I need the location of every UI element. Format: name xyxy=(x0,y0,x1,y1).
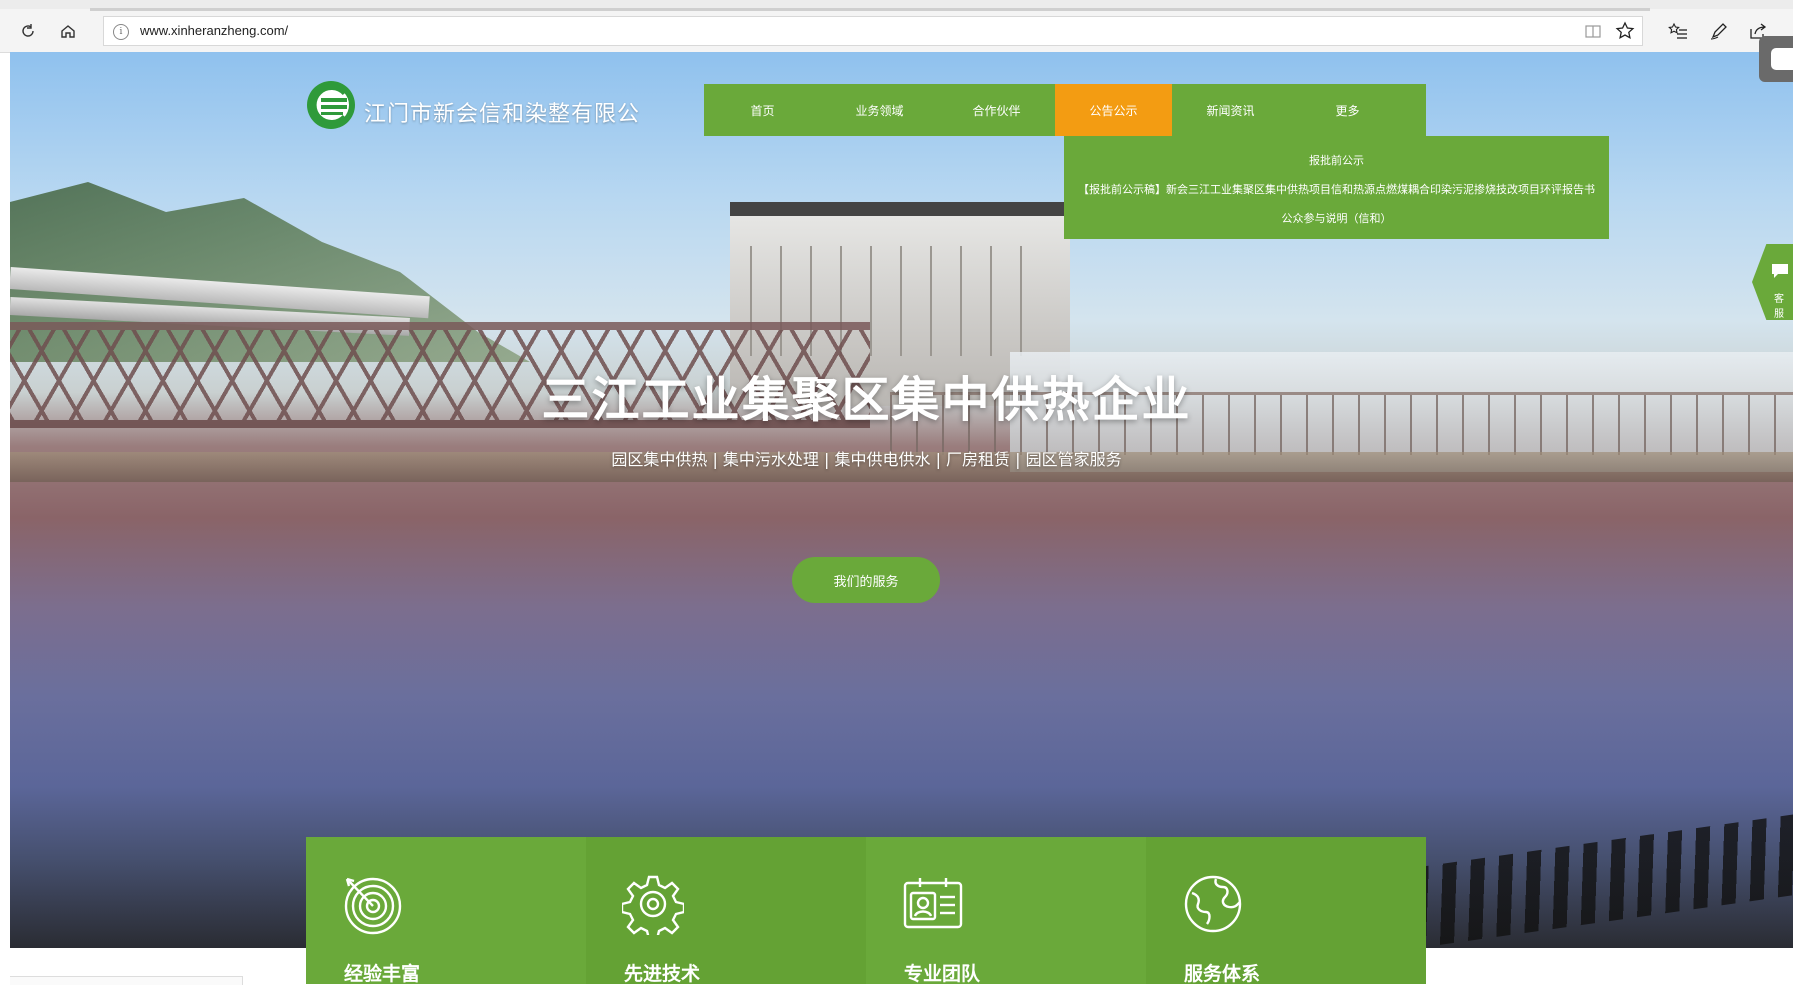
main-nav: 首页 业务领域 合作伙伴 公告公示 新闻资讯 更多 xyxy=(704,84,1426,136)
side-widget-icon xyxy=(1771,48,1793,70)
nav-announcements[interactable]: 公告公示 xyxy=(1055,84,1172,136)
nav-home[interactable]: 首页 xyxy=(704,84,821,136)
nav-more[interactable]: 更多 xyxy=(1289,84,1406,136)
side-widget[interactable] xyxy=(1759,36,1793,82)
home-icon[interactable] xyxy=(55,18,81,44)
nav-news[interactable]: 新闻资讯 xyxy=(1172,84,1289,136)
globe-icon xyxy=(1182,873,1244,935)
nav-business[interactable]: 业务领域 xyxy=(821,84,938,136)
feature-label: 服务体系 xyxy=(1184,963,1261,985)
info-icon[interactable]: i xyxy=(113,24,129,40)
dropdown-item[interactable]: 公众参与说明（信和） xyxy=(1064,210,1609,226)
favorite-star-icon[interactable] xyxy=(1614,20,1636,46)
tank-gear-edge xyxy=(1386,813,1793,948)
address-bar[interactable]: i www.xinheranzheng.com/ xyxy=(103,16,1643,46)
reading-view-icon[interactable] xyxy=(1584,22,1602,44)
company-name[interactable]: 江门市新会信和染整有限公 xyxy=(364,96,640,128)
feature-service[interactable]: 服务体系 xyxy=(1146,837,1426,985)
feature-label: 先进技术 xyxy=(624,963,701,985)
feature-technology[interactable]: 先进技术 xyxy=(586,837,866,985)
browser-toolbar: i www.xinheranzheng.com/ xyxy=(0,0,1793,53)
feature-experience[interactable]: 经验丰富 xyxy=(306,837,586,985)
dropdown-item[interactable]: 报批前公示 xyxy=(1064,152,1609,168)
announcements-dropdown: 报批前公示 【报批前公示稿】新会三江工业集聚区集中供热项目信和热源点燃煤耦合印染… xyxy=(1064,136,1609,239)
refresh-icon[interactable] xyxy=(15,18,41,44)
target-icon xyxy=(342,873,404,935)
url-text[interactable]: www.xinheranzheng.com/ xyxy=(140,23,288,38)
customer-service-label: 客服 xyxy=(1774,294,1784,320)
hero-title: 三江工业集聚区集中供热企业 xyxy=(541,372,1192,428)
nav-partners[interactable]: 合作伙伴 xyxy=(938,84,1055,136)
feature-team[interactable]: 专业团队 xyxy=(866,837,1146,985)
gear-icon xyxy=(620,873,686,941)
company-logo[interactable] xyxy=(305,79,357,131)
chat-icon xyxy=(1770,262,1790,284)
id-card-icon xyxy=(902,873,964,935)
favorites-list-icon[interactable] xyxy=(1665,18,1691,44)
features-panel: 经验丰富 先进技术 专业团队 服务体系 xyxy=(306,837,1426,985)
pen-icon[interactable] xyxy=(1706,18,1732,44)
feature-label: 专业团队 xyxy=(904,963,981,985)
feature-label: 经验丰富 xyxy=(344,963,421,985)
our-services-button[interactable]: 我们的服务 xyxy=(792,557,940,603)
hero-subtitle: 园区集中供热 | 集中污水处理 | 集中供电供水 | 厂房租赁 | 园区管家服务 xyxy=(611,450,1122,469)
tab-indicator xyxy=(90,8,1650,11)
dropdown-item[interactable]: 【报批前公示稿】新会三江工业集聚区集中供热项目信和热源点燃煤耦合印染污泥掺烧技改… xyxy=(1064,181,1609,197)
